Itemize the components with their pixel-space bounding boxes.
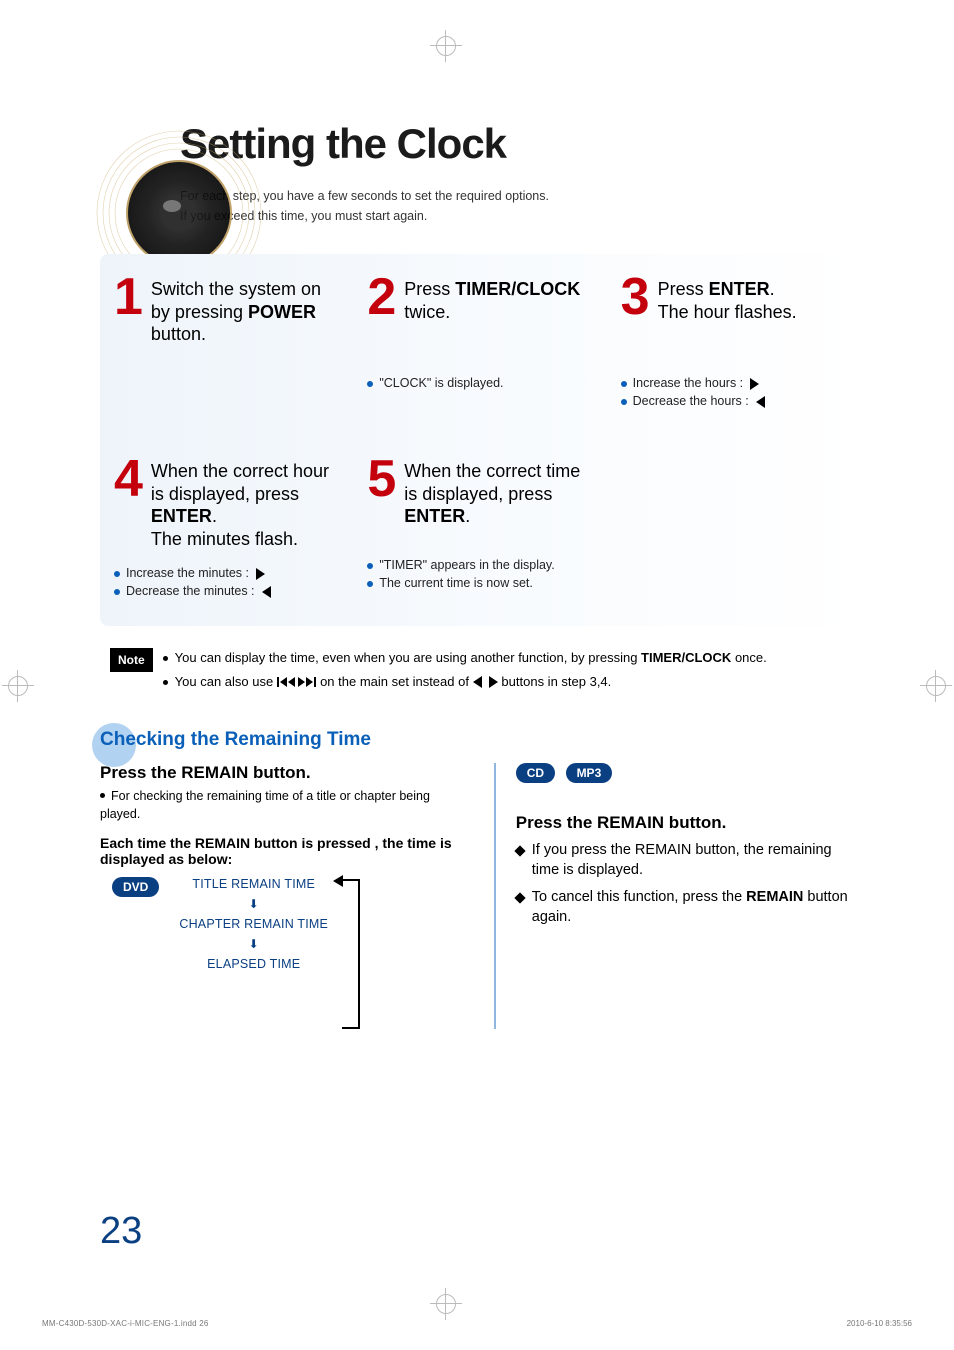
step-number: 3 bbox=[621, 274, 650, 321]
section-title: Checking the Remaining Time bbox=[100, 729, 371, 751]
left-heading: Press the REMAIN button. bbox=[100, 763, 472, 783]
skip-fwd-icon bbox=[298, 677, 316, 687]
down-arrow-icon: ⬇ bbox=[249, 897, 259, 911]
left-bold: Each time the REMAIN button is pressed ,… bbox=[100, 835, 472, 867]
triangle-left-icon bbox=[262, 586, 271, 598]
step-text: Switch the system on by pressing POWER b… bbox=[151, 274, 339, 346]
down-arrow-icon: ⬇ bbox=[249, 937, 259, 951]
triangle-right-icon bbox=[750, 378, 759, 390]
diamond-bullet-icon bbox=[514, 845, 525, 856]
triangle-left-icon bbox=[473, 676, 482, 688]
step-text: Press TIMER/CLOCK twice. bbox=[404, 274, 592, 323]
step-number: 1 bbox=[114, 274, 143, 321]
step-number: 5 bbox=[367, 456, 396, 503]
right-heading: Press the REMAIN button. bbox=[516, 813, 860, 833]
step-sub: Increase the hours : Decrease the hours … bbox=[621, 376, 846, 408]
right-body: If you press the REMAIN button, the rema… bbox=[516, 841, 860, 927]
step-sub: "CLOCK" is displayed. bbox=[367, 376, 592, 390]
footer-right: 2010-6-10 8:35:56 bbox=[847, 1319, 912, 1328]
flow-loop-bracket bbox=[342, 879, 360, 1029]
steps-panel: 1 Switch the system on by pressing POWER… bbox=[100, 254, 860, 626]
triangle-right-icon bbox=[256, 568, 265, 580]
left-sub: For checking the remaining time of a tit… bbox=[100, 787, 472, 823]
note-block: Note You can display the time, even when… bbox=[110, 648, 860, 695]
page-number: 23 bbox=[100, 1210, 142, 1253]
skip-back-icon bbox=[277, 677, 295, 687]
intro-text: For each step, you have a few seconds to… bbox=[180, 186, 860, 226]
step-text: When the correct time is displayed, pres… bbox=[404, 456, 592, 528]
triangle-left-icon bbox=[756, 396, 765, 408]
step-sub: Increase the minutes : Decrease the minu… bbox=[114, 566, 339, 598]
note-badge: Note bbox=[110, 648, 153, 672]
step-number: 4 bbox=[114, 456, 143, 503]
diamond-bullet-icon bbox=[514, 892, 525, 903]
step-number: 2 bbox=[367, 274, 396, 321]
step-text: When the correct hour is displayed, pres… bbox=[151, 456, 339, 550]
triangle-right-icon bbox=[489, 676, 498, 688]
mp3-pill: MP3 bbox=[566, 763, 613, 783]
page-title: Setting the Clock bbox=[180, 120, 860, 168]
step-text: Press ENTER.The hour flashes. bbox=[658, 274, 797, 323]
flow-diagram: TITLE REMAIN TIME ⬇ CHAPTER REMAIN TIME … bbox=[179, 877, 328, 971]
dvd-pill: DVD bbox=[112, 877, 159, 897]
cd-pill: CD bbox=[516, 763, 555, 783]
step-sub: "TIMER" appears in the display. The curr… bbox=[367, 558, 592, 590]
footer-left: MM-C430D-530D-XAC-i-MIC-ENG-1.indd 26 bbox=[42, 1319, 209, 1328]
